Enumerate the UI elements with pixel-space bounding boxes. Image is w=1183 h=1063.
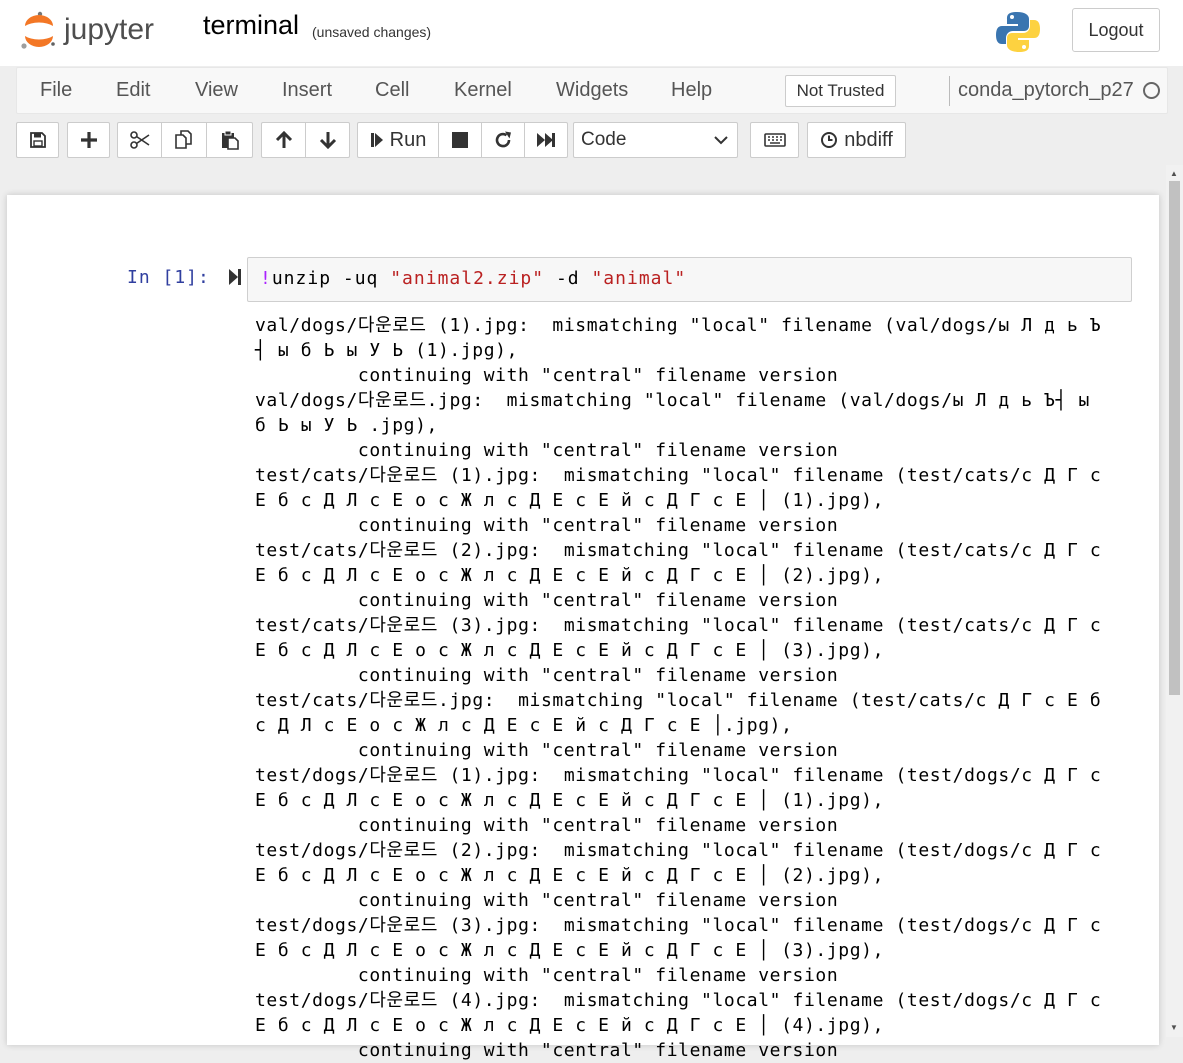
output-line: continuing with "central" filename versi…: [255, 965, 839, 986]
output-line: continuing with "central" filename versi…: [255, 515, 839, 536]
move-cell-down-button[interactable]: [305, 122, 350, 158]
output-line: continuing with "central" filename versi…: [255, 815, 839, 836]
code-flag: -d: [544, 268, 592, 289]
code-cell-input[interactable]: !unzip -uq "animal2.zip" -d "animal": [247, 257, 1132, 302]
restart-kernel-button[interactable]: [481, 122, 525, 158]
output-line: б Ь ы У Ь .jpg),: [255, 415, 438, 436]
output-line: Е б с Д Л с Е о с Ж л с Д Е с Е й с Д Г …: [255, 490, 885, 511]
run-cell-icon[interactable]: [228, 268, 242, 291]
output-line: Е б с Д Л с Е о с Ж л с Д Е с Е й с Д Г …: [255, 1015, 885, 1036]
menu-file[interactable]: File: [40, 79, 72, 102]
scroll-up-arrow-icon[interactable]: ▲: [1170, 169, 1178, 178]
output-line: test/dogs/다운로드 (3).jpg: mismatching "loc…: [255, 915, 1102, 936]
output-line: continuing with "central" filename versi…: [255, 665, 839, 686]
history-icon: [821, 132, 838, 148]
output-line: Е б с Д Л с Е о с Ж л с Д Е с Е й с Д Г …: [255, 940, 885, 961]
output-line: Е б с Д Л с Е о с Ж л с Д Е с Е й с Д Г …: [255, 865, 885, 886]
interrupt-kernel-button[interactable]: [438, 122, 482, 158]
scrollbar-thumb[interactable]: [1169, 181, 1180, 695]
output-line: continuing with "central" filename versi…: [255, 890, 839, 911]
code-string-dest: "animal": [591, 268, 687, 289]
menu-widgets[interactable]: Widgets: [556, 79, 628, 102]
keyboard-icon: [763, 133, 786, 147]
output-line: test/dogs/다운로드 (2).jpg: mismatching "loc…: [255, 840, 1102, 861]
cell-output: val/dogs/다운로드 (1).jpg: mismatching "loca…: [255, 313, 1135, 1063]
code-line: !unzip -uq "animal2.zip" -d "animal": [260, 268, 686, 289]
scissors-icon: [129, 131, 149, 149]
cell-input-prompt: In [1]:: [127, 267, 210, 288]
chevron-down-icon: [713, 123, 729, 169]
code-string-archive: "animal2.zip": [390, 268, 545, 289]
jupyter-logo-icon: jupyter: [21, 11, 154, 49]
stop-icon: [452, 132, 468, 148]
output-line: val/dogs/다운로드 (1).jpg: mismatching "loca…: [255, 315, 1102, 336]
save-status: (unsaved changes): [312, 24, 432, 40]
output-line: test/cats/다운로드 (2).jpg: mismatching "loc…: [255, 540, 1102, 561]
arrow-down-icon: [319, 132, 336, 149]
vertical-scrollbar[interactable]: ▲ ▼: [1166, 165, 1183, 1037]
plus-icon: [80, 132, 97, 148]
run-label: Run: [389, 128, 427, 151]
cell-type-select[interactable]: Code: [573, 122, 738, 158]
menu-edit[interactable]: Edit: [116, 79, 150, 102]
not-trusted-button[interactable]: Not Trusted: [785, 75, 896, 107]
menu-cell[interactable]: Cell: [375, 79, 409, 102]
step-forward-icon: [370, 133, 383, 147]
output-line: test/dogs/다운로드 (1).jpg: mismatching "loc…: [255, 765, 1102, 786]
save-button[interactable]: [16, 122, 59, 158]
save-icon: [29, 132, 46, 148]
scroll-down-arrow-icon[interactable]: ▼: [1170, 1023, 1178, 1032]
output-line: test/dogs/다운로드 (4).jpg: mismatching "loc…: [255, 990, 1102, 1011]
redo-icon: [495, 131, 511, 148]
arrow-up-icon: [275, 131, 292, 148]
command-palette-button[interactable]: [750, 122, 799, 158]
kernel-idle-indicator-icon: [1143, 82, 1160, 99]
toolbar: Run Code nbdiff: [0, 115, 1183, 165]
notebook-container: In [1]: !unzip -uq "animal2.zip" -d "ani…: [7, 195, 1159, 1061]
output-line: Е б с Д Л с Е о с Ж л с Д Е с Е й с Д Г …: [255, 790, 885, 811]
cut-button[interactable]: [117, 122, 162, 158]
jupyter-wordmark: jupyter: [63, 13, 154, 46]
insert-cell-button[interactable]: [67, 122, 110, 158]
menu-help[interactable]: Help: [671, 79, 712, 102]
code-bang: !: [260, 268, 272, 289]
cell-type-value: Code: [581, 129, 627, 150]
output-line: val/dogs/다운로드.jpg: mismatching "local" f…: [255, 390, 1090, 411]
output-line: test/cats/다운로드.jpg: mismatching "local" …: [255, 690, 1102, 711]
output-line: test/cats/다운로드 (1).jpg: mismatching "loc…: [255, 465, 1102, 486]
output-line: ┤ ы б Ь ы У Ь (1).jpg),: [255, 340, 519, 361]
output-line: continuing with "central" filename versi…: [255, 365, 839, 386]
output-line: continuing with "central" filename versi…: [255, 740, 839, 761]
paste-icon: [221, 130, 239, 150]
paste-button[interactable]: [206, 122, 253, 158]
kernel-name[interactable]: conda_pytorch_p27: [958, 79, 1134, 102]
python-logo-icon: [995, 10, 1041, 54]
move-cell-up-button[interactable]: [261, 122, 306, 158]
menu-insert[interactable]: Insert: [282, 79, 332, 102]
nbdiff-button[interactable]: nbdiff: [807, 122, 906, 158]
output-line: continuing with "central" filename versi…: [255, 590, 839, 611]
output-line: Е б с Д Л с Е о с Ж л с Д Е с Е й с Д Г …: [255, 640, 885, 661]
copy-icon: [175, 130, 192, 149]
restart-run-all-button[interactable]: [524, 122, 568, 158]
jupyter-logo[interactable]: jupyter: [20, 8, 180, 54]
run-button[interactable]: Run: [357, 122, 439, 158]
fast-forward-icon: [537, 133, 555, 147]
copy-button[interactable]: [161, 122, 207, 158]
menubar: File Edit View Insert Cell Kernel Widget…: [16, 67, 1168, 114]
notebook-site: In [1]: !unzip -uq "animal2.zip" -d "ani…: [0, 165, 1183, 1061]
output-line: Е б с Д Л с Е о с Ж л с Д Е с Е й с Д Г …: [255, 565, 885, 586]
menu-view[interactable]: View: [195, 79, 238, 102]
nbdiff-label: nbdiff: [844, 128, 893, 151]
logout-button[interactable]: Logout: [1072, 8, 1160, 52]
code-command: unzip -uq: [271, 268, 391, 289]
header: jupyter terminal (unsaved changes) Logou…: [0, 0, 1183, 66]
output-line: test/cats/다운로드 (3).jpg: mismatching "loc…: [255, 615, 1102, 636]
menu-kernel[interactable]: Kernel: [454, 79, 512, 102]
kernel-divider: [949, 76, 950, 106]
notebook-name[interactable]: terminal: [203, 10, 299, 41]
output-line: с Д Л с Е о с Ж л с Д Е с Е й с Д Г с Е …: [255, 715, 793, 736]
output-line: continuing with "central" filename versi…: [255, 1040, 839, 1061]
output-line: continuing with "central" filename versi…: [255, 440, 839, 461]
